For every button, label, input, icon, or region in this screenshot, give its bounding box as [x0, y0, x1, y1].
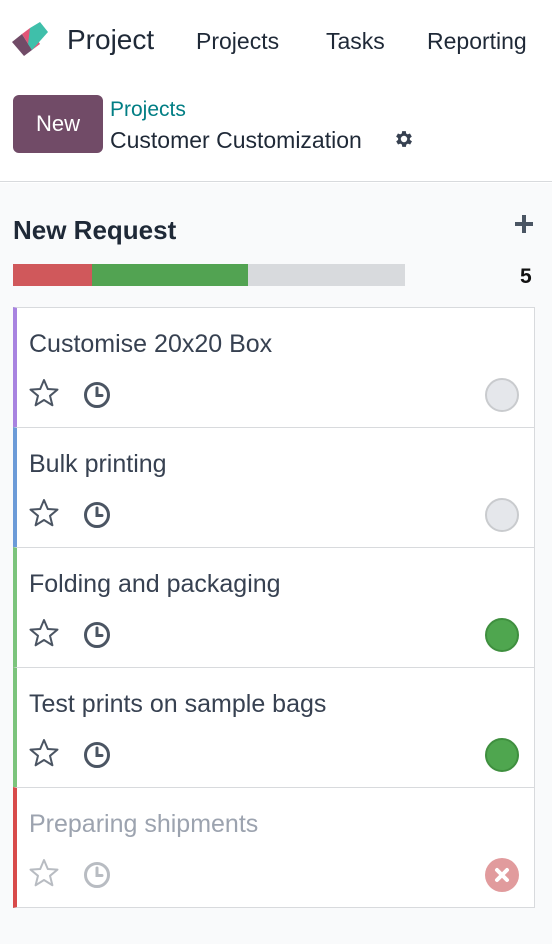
clock-icon[interactable]: [83, 621, 111, 649]
column-title: New Request: [13, 215, 177, 245]
breadcrumb-current: Customer Customization: [110, 127, 362, 153]
new-button[interactable]: New: [13, 95, 103, 153]
close-icon: [495, 868, 509, 882]
project-logo-icon[interactable]: [10, 22, 50, 58]
status-indicator[interactable]: [485, 378, 519, 412]
app-name[interactable]: Project: [67, 24, 154, 56]
control-panel: New Projects Customer Customization: [0, 82, 552, 182]
task-title: Preparing shipments: [29, 810, 259, 838]
task-card[interactable]: Preparing shipments: [13, 787, 535, 908]
star-icon[interactable]: [29, 498, 59, 528]
clock-icon[interactable]: [83, 861, 111, 889]
status-indicator[interactable]: [485, 738, 519, 772]
task-card[interactable]: Bulk printing: [13, 427, 535, 548]
task-card[interactable]: Folding and packaging: [13, 547, 535, 668]
status-indicator[interactable]: [485, 858, 519, 892]
progress-blocked-segment[interactable]: [13, 264, 92, 286]
task-title: Bulk printing: [29, 450, 167, 478]
star-icon[interactable]: [29, 738, 59, 768]
task-card[interactable]: Customise 20x20 Box: [13, 307, 535, 428]
breadcrumb-projects[interactable]: Projects: [110, 98, 186, 122]
kanban-board: New Request 5 Customise 20x20 Box Bulk pr…: [0, 183, 552, 944]
status-indicator[interactable]: [485, 498, 519, 532]
star-icon[interactable]: [29, 378, 59, 408]
progress-done-segment[interactable]: [92, 264, 248, 286]
column-progress-bar[interactable]: [13, 264, 405, 286]
top-navbar: Project Projects Tasks Reporting: [0, 0, 552, 82]
star-icon[interactable]: [29, 618, 59, 648]
task-title: Folding and packaging: [29, 570, 281, 598]
nav-projects[interactable]: Projects: [196, 28, 279, 55]
card-list: Customise 20x20 Box Bulk printing Folding …: [13, 307, 535, 908]
task-title: Test prints on sample bags: [29, 690, 327, 718]
star-icon[interactable]: [29, 858, 59, 888]
plus-icon[interactable]: [513, 213, 535, 235]
clock-icon[interactable]: [83, 381, 111, 409]
gear-icon[interactable]: [393, 128, 415, 150]
status-indicator[interactable]: [485, 618, 519, 652]
column-count: 5: [520, 265, 532, 288]
nav-reporting[interactable]: Reporting: [427, 28, 527, 55]
clock-icon[interactable]: [83, 501, 111, 529]
nav-tasks[interactable]: Tasks: [326, 28, 385, 55]
clock-icon[interactable]: [83, 741, 111, 769]
task-title: Customise 20x20 Box: [29, 330, 273, 358]
task-card[interactable]: Test prints on sample bags: [13, 667, 535, 788]
